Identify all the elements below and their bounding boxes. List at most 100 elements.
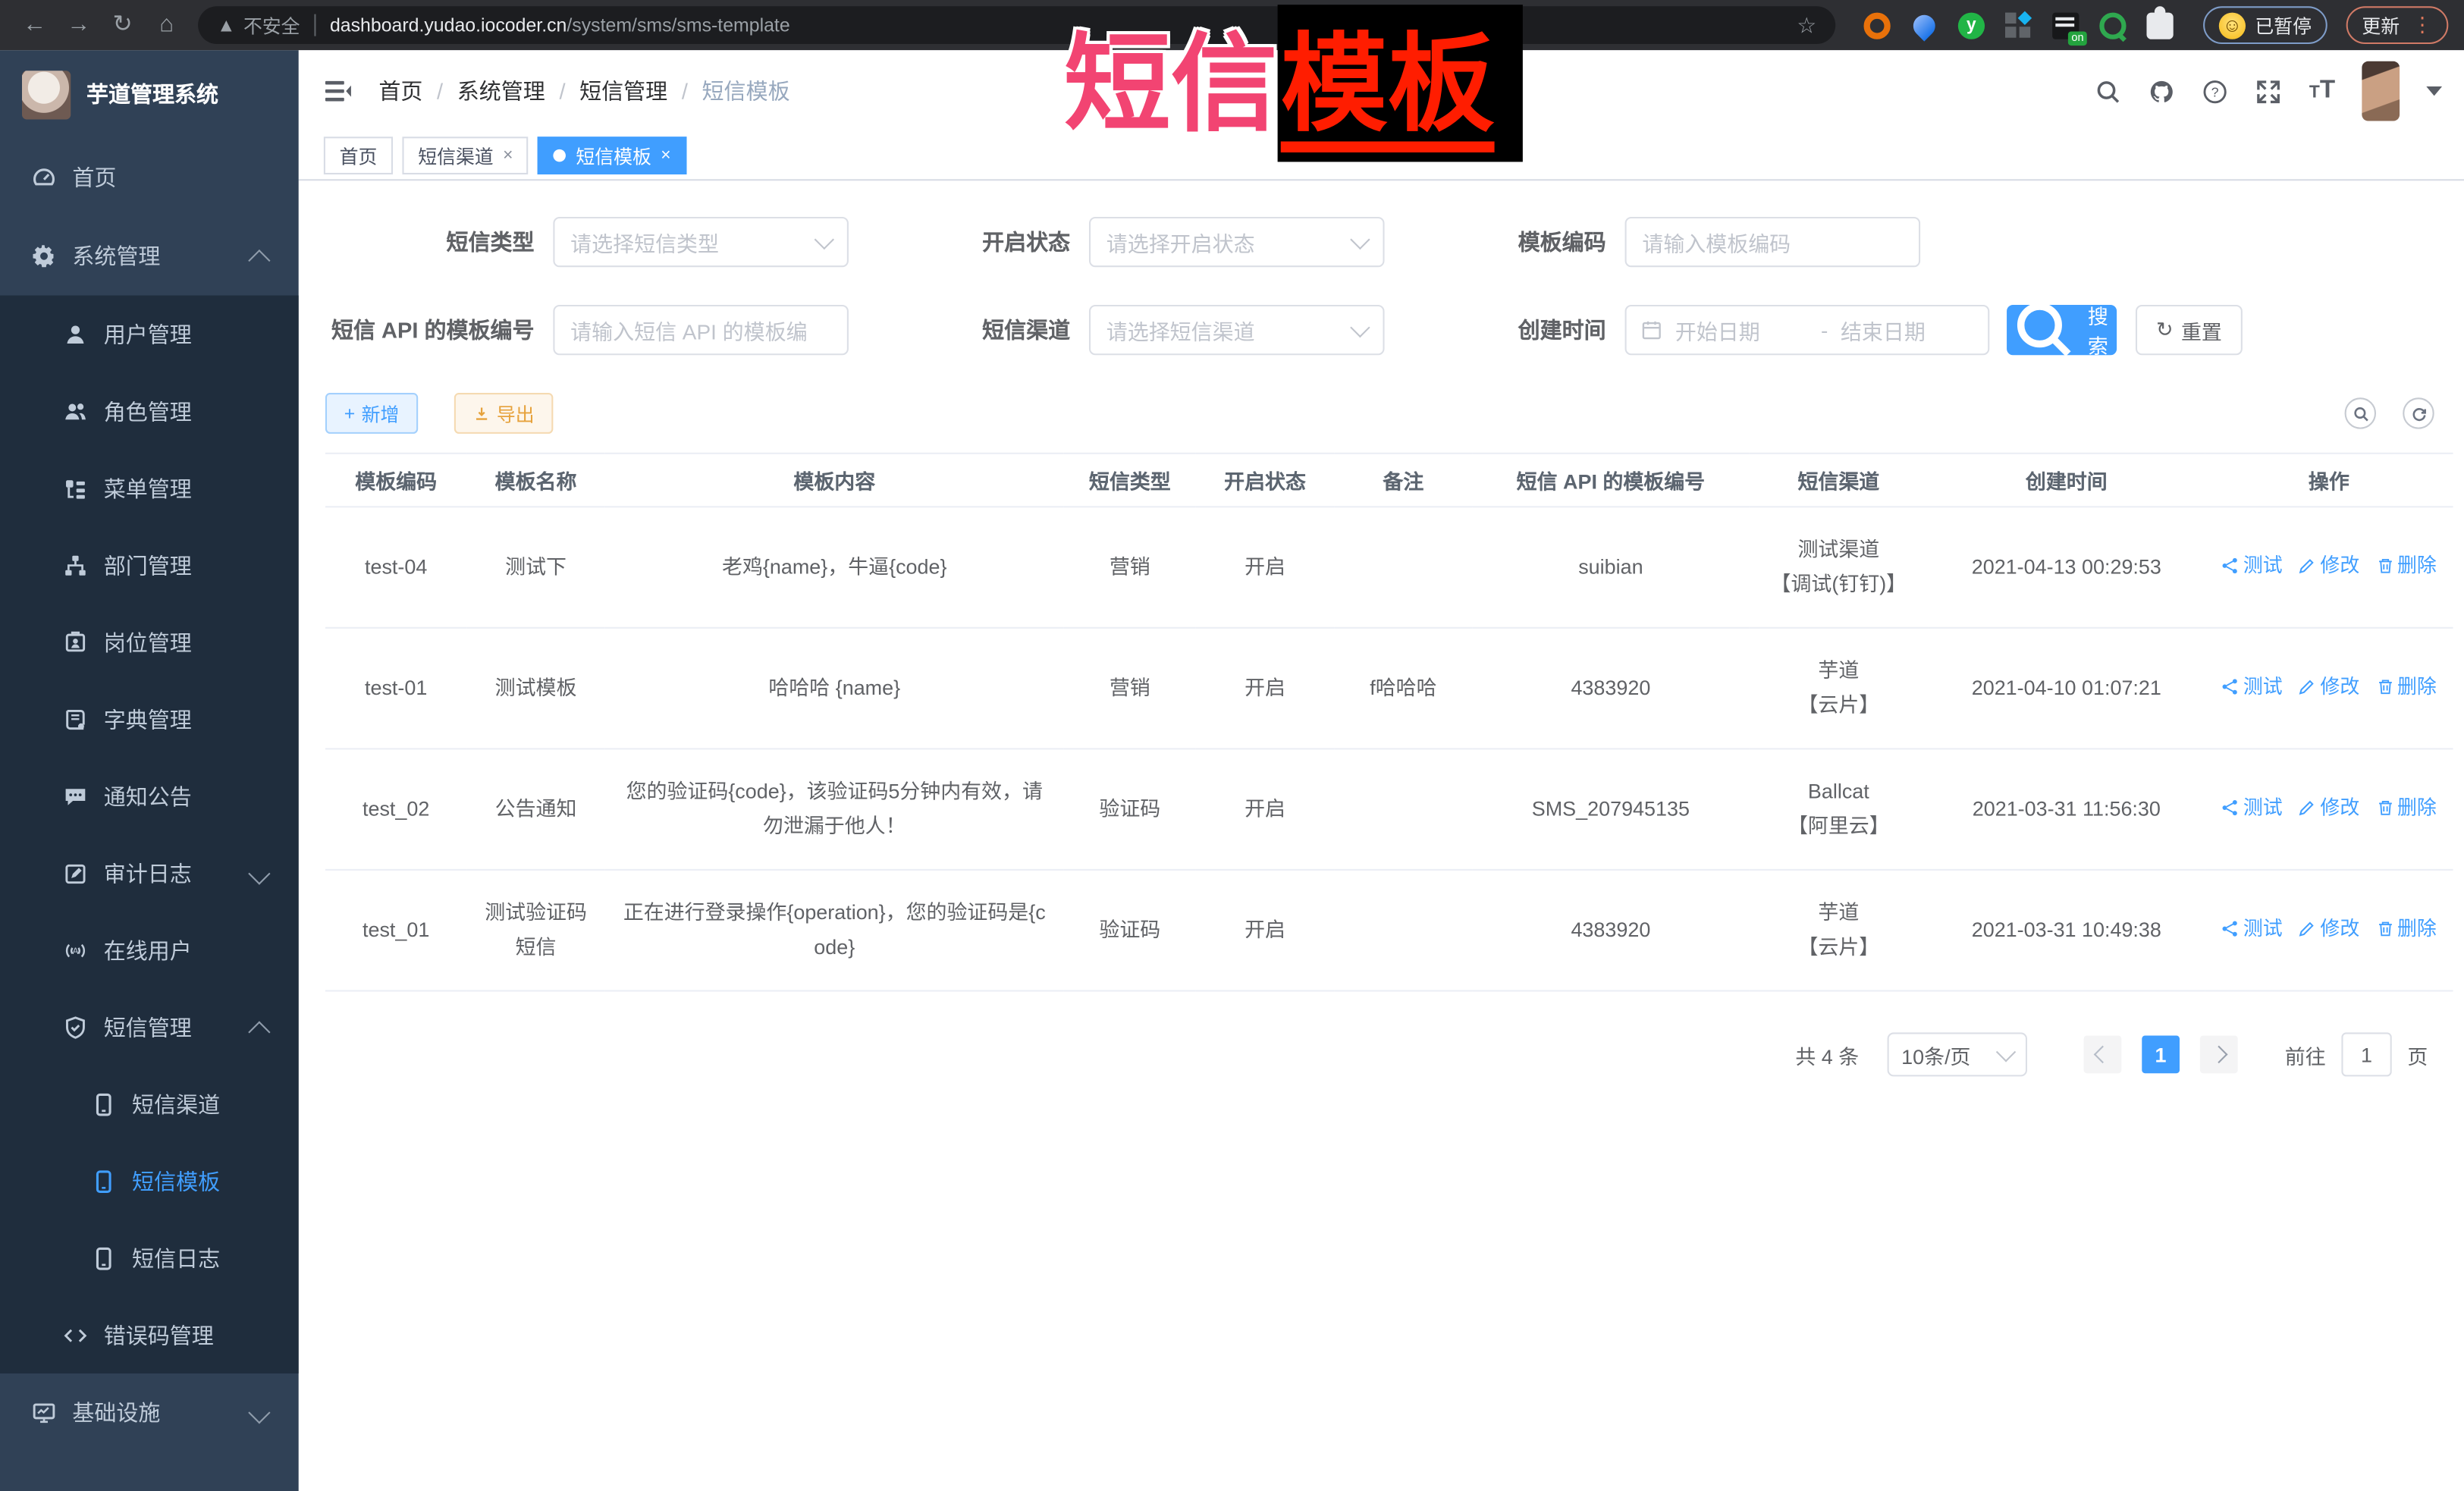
sidebar-item-role-mgmt[interactable]: 角色管理 xyxy=(0,372,299,450)
breadcrumb-item-home[interactable]: 首页 xyxy=(378,75,422,106)
bookmark-star-icon[interactable]: ☆ xyxy=(1797,12,1816,39)
cell-code: test_01 xyxy=(325,870,466,991)
extension-blue-pin-icon[interactable] xyxy=(1909,10,1940,41)
header-search-icon[interactable] xyxy=(2095,78,2122,105)
sidebar-item-sms-template[interactable]: 短信模板 xyxy=(0,1142,299,1219)
action-edit[interactable]: 修改 xyxy=(2298,912,2359,946)
cell-created: 2021-04-13 00:29:53 xyxy=(1928,507,2205,628)
cell-content: 您的验证码{code}，该验证码5分钟内有效，请勿泄漏于他人！ xyxy=(605,749,1064,870)
action-edit[interactable]: 修改 xyxy=(2298,790,2359,825)
action-test[interactable]: 测试 xyxy=(2221,790,2283,825)
action-delete[interactable]: 删除 xyxy=(2375,912,2437,946)
avatar[interactable] xyxy=(2362,61,2400,121)
api-template-id-input[interactable]: 请输入短信 API 的模板编 xyxy=(553,305,849,355)
extension-orange-ring-icon[interactable] xyxy=(1863,12,1890,39)
breadcrumb-item-system[interactable]: 系统管理 xyxy=(457,75,545,106)
export-button[interactable]: 导出 xyxy=(454,393,554,434)
sidebar-item-infrastructure[interactable]: 基础设施 xyxy=(0,1373,299,1452)
column-header-type: 短信类型 xyxy=(1064,454,1196,507)
profile-paused-badge[interactable]: ☺ 已暂停 xyxy=(2203,6,2327,44)
page-1-button[interactable]: 1 xyxy=(2142,1036,2180,1074)
sidebar-item-post-mgmt[interactable]: 岗位管理 xyxy=(0,604,299,681)
open-status-select[interactable]: 请选择开启状态 xyxy=(1089,217,1385,267)
sidebar-item-error-code[interactable]: 错误码管理 xyxy=(0,1296,299,1373)
update-label: 更新 xyxy=(2362,12,2400,39)
search-toggle-button[interactable] xyxy=(2345,397,2376,428)
action-test[interactable]: 测试 xyxy=(2221,912,2283,946)
goto-page-input[interactable]: 1 xyxy=(2341,1032,2391,1076)
sidebar-item-audit-log[interactable]: 审计日志 xyxy=(0,834,299,912)
extension-list-icon[interactable]: on xyxy=(2052,12,2079,39)
browser-forward-icon[interactable]: → xyxy=(60,6,98,44)
font-size-icon[interactable]: TT xyxy=(2309,77,2335,105)
prev-page-button[interactable] xyxy=(2084,1036,2122,1074)
caret-down-icon[interactable] xyxy=(2426,86,2442,96)
close-icon[interactable]: × xyxy=(503,146,513,165)
cell-remark: f哈哈哈 xyxy=(1334,628,1472,749)
sidebar-item-dict-mgmt[interactable]: 字典管理 xyxy=(0,680,299,758)
add-button-label: 新增 xyxy=(362,400,400,426)
sms-channel-select[interactable]: 请选择短信渠道 xyxy=(1089,305,1385,355)
sidebar-item-sms-mgmt[interactable]: 短信管理 xyxy=(0,988,299,1066)
action-delete[interactable]: 删除 xyxy=(2375,670,2437,705)
sidebar-item-notice[interactable]: 通知公告 xyxy=(0,758,299,835)
tab-home[interactable]: 首页 xyxy=(324,137,393,174)
breadcrumb-item-sms[interactable]: 短信管理 xyxy=(579,75,667,106)
extension-magnifier-icon[interactable] xyxy=(2099,12,2126,39)
sidebar-item-online-users[interactable]: A 在线用户 xyxy=(0,912,299,989)
github-icon[interactable] xyxy=(2149,78,2176,105)
page-content: 短信类型 请选择短信类型 开启状态 请选择开启状态 模板编码 请输入模板编码 xyxy=(299,180,2464,1491)
close-icon[interactable]: × xyxy=(661,146,670,165)
update-button[interactable]: 更新 ⋮ xyxy=(2346,6,2449,44)
shield-check-icon xyxy=(63,1015,88,1040)
extensions-puzzle-icon[interactable] xyxy=(2146,12,2173,39)
action-delete[interactable]: 删除 xyxy=(2375,790,2437,825)
browser-home-icon[interactable]: ⌂ xyxy=(148,6,186,44)
sidebar-item-menu-mgmt[interactable]: 菜单管理 xyxy=(0,450,299,527)
cell-content: 老鸡{name}，牛逼{code} xyxy=(605,507,1064,628)
address-bar[interactable]: ▲ 不安全 dashboard.yudao.iocoder.cn/system/… xyxy=(198,6,1835,44)
extension-grid-icon[interactable] xyxy=(2005,12,2032,39)
create-time-range-picker[interactable]: 开始日期 - 结束日期 xyxy=(1625,305,1990,355)
sidebar-item-sms-channel[interactable]: 短信渠道 xyxy=(0,1066,299,1143)
action-test[interactable]: 测试 xyxy=(2221,548,2283,583)
tab-sms-template[interactable]: 短信模板 × xyxy=(538,137,687,174)
calendar-icon xyxy=(1640,319,1662,341)
cell-type: 营销 xyxy=(1064,507,1196,628)
refresh-button[interactable] xyxy=(2403,397,2434,428)
phone-icon xyxy=(91,1245,116,1270)
cell-actions: 测试修改删除 xyxy=(2205,870,2453,991)
reset-button[interactable]: ↻ 重置 xyxy=(2136,305,2243,355)
next-page-button[interactable] xyxy=(2200,1036,2238,1074)
sidebar-item-label: 短信渠道 xyxy=(132,1088,220,1119)
fullscreen-icon[interactable] xyxy=(2255,78,2282,105)
cell-remark xyxy=(1334,870,1472,991)
chevron-down-icon xyxy=(815,230,834,250)
browser-menu-icon[interactable]: ⋮ xyxy=(2412,13,2433,38)
sms-type-select[interactable]: 请选择短信类型 xyxy=(553,217,849,267)
hamburger-icon[interactable] xyxy=(322,75,353,106)
app-logo-row[interactable]: 芋道管理系统 xyxy=(0,50,299,138)
action-edit[interactable]: 修改 xyxy=(2298,670,2359,705)
add-button[interactable]: + 新增 xyxy=(325,393,418,434)
browser-back-icon[interactable]: ← xyxy=(16,6,54,44)
cell-type: 验证码 xyxy=(1064,749,1196,870)
action-delete[interactable]: 删除 xyxy=(2375,548,2437,583)
page-size-select[interactable]: 10条/页 xyxy=(1888,1032,2027,1076)
breadcrumb-separator: / xyxy=(437,79,443,104)
pagination: 共 4 条 10条/页 1 前往 1 页 xyxy=(325,1032,2464,1076)
search-button[interactable]: 搜索 xyxy=(2007,305,2117,355)
action-edit[interactable]: 修改 xyxy=(2298,548,2359,583)
extension-green-y-icon[interactable]: y xyxy=(1958,12,1985,39)
action-test[interactable]: 测试 xyxy=(2221,670,2283,705)
sidebar-item-dept-mgmt[interactable]: 部门管理 xyxy=(0,526,299,604)
tab-sms-channel[interactable]: 短信渠道 × xyxy=(402,137,529,174)
sidebar-item-system[interactable]: 系统管理 xyxy=(0,217,299,296)
browser-reload-icon[interactable]: ↻ xyxy=(104,6,142,44)
sidebar-item-home[interactable]: 首页 xyxy=(0,138,299,217)
sidebar-item-sms-log[interactable]: 短信日志 xyxy=(0,1219,299,1297)
template-code-input[interactable]: 请输入模板编码 xyxy=(1625,217,1921,267)
sidebar-item-user-mgmt[interactable]: 用户管理 xyxy=(0,296,299,373)
help-icon[interactable]: ? xyxy=(2202,78,2229,105)
cell-api-id: 4383920 xyxy=(1473,628,1750,749)
